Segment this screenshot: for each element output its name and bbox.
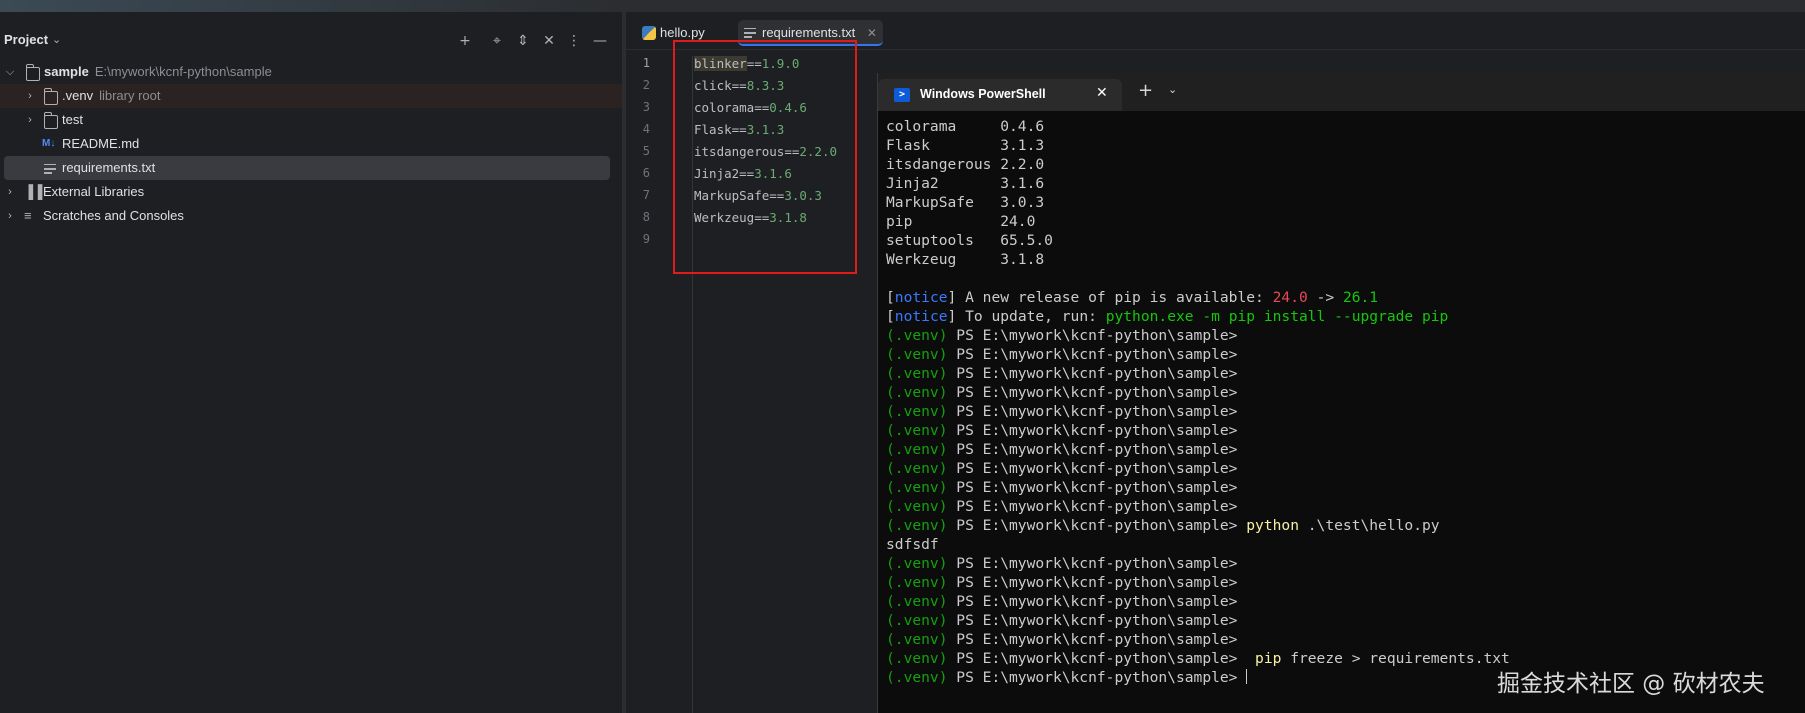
new-file-icon[interactable]: + (454, 30, 476, 52)
output-line: sdfsdf (886, 536, 939, 553)
folder-icon (43, 88, 58, 105)
powershell-icon: > (894, 88, 910, 102)
prompt-line: (.venv) PS E:\mywork\kcnf-python\sample> (886, 498, 1238, 515)
tab-label: hello.py (660, 25, 705, 40)
python-file-icon (642, 26, 656, 40)
text-file-icon (744, 28, 756, 38)
tree-item-venv[interactable]: › .venv library root (0, 84, 622, 108)
chevron-right-icon[interactable]: › (24, 108, 36, 132)
chevron-down-icon[interactable]: ⌵ (4, 60, 16, 84)
terminal-title: Windows PowerShell (920, 87, 1046, 101)
package-row: MarkupSafe 3.0.3 (886, 194, 1045, 211)
highlight-box (673, 40, 857, 274)
new-tab-icon[interactable]: + (1138, 81, 1153, 101)
line-number: 2 (642, 78, 650, 92)
prompt-line: (.venv) PS E:\mywork\kcnf-python\sample> (886, 327, 1238, 344)
prompt-line: (.venv) PS E:\mywork\kcnf-python\sample> (886, 555, 1238, 572)
close-icon[interactable]: ✕ (1096, 85, 1108, 101)
top-strip-highlight (0, 0, 622, 12)
terminal-output[interactable]: colorama 0.4.6 Flask 3.1.3 itsdangerous … (886, 117, 1510, 687)
collapse-all-icon[interactable]: ✕ (538, 30, 560, 52)
chevron-down-icon[interactable]: ⌄ (52, 33, 61, 46)
active-prompt-line[interactable]: (.venv) PS E:\mywork\kcnf-python\sample> (886, 669, 1248, 686)
project-panel: Project ⌄ + ⌖ ⇕ ✕ ⋮ — ⌵ sample E:\mywork\… (0, 12, 622, 713)
more-options-icon[interactable]: ⋮ (563, 30, 585, 52)
prompt-line: (.venv) PS E:\mywork\kcnf-python\sample> (886, 574, 1238, 591)
line-number: 5 (642, 144, 650, 158)
tree-item-label: test (62, 112, 83, 127)
package-row: itsdangerous 2.2.0 (886, 156, 1045, 173)
tree-item-label: requirements.txt (62, 160, 156, 175)
line-number: 7 (642, 188, 650, 202)
powershell-window: > Windows PowerShell ✕ + ⌄ colorama 0.4.… (877, 73, 1805, 713)
folder-icon (43, 112, 58, 129)
prompt-line: (.venv) PS E:\mywork\kcnf-python\sample> (886, 346, 1238, 363)
tab-label: requirements.txt (762, 25, 856, 40)
line-number: 9 (642, 232, 650, 246)
prompt-line: (.venv) PS E:\mywork\kcnf-python\sample> (886, 365, 1238, 382)
notice-line: [notice] To update, run: python.exe -m p… (886, 308, 1449, 325)
prompt-line: (.venv) PS E:\mywork\kcnf-python\sample> (886, 384, 1238, 401)
prompt-line: (.venv) PS E:\mywork\kcnf-python\sample> (886, 403, 1238, 420)
tree-item-label: .venv library root (62, 88, 161, 103)
package-row: Werkzeug 3.1.8 (886, 251, 1045, 268)
tree-item-test[interactable]: › test (0, 108, 622, 132)
line-number: 8 (642, 210, 650, 224)
prompt-line: (.venv) PS E:\mywork\kcnf-python\sample> (886, 612, 1238, 629)
prompt-line: (.venv) PS E:\mywork\kcnf-python\sample> (886, 441, 1238, 458)
project-title[interactable]: Project (4, 32, 48, 47)
tree-item-label: README.md (62, 136, 140, 151)
tree-item-label: External Libraries (43, 184, 145, 199)
watermark: 掘金技术社区 @ 砍材农夫 (1497, 671, 1765, 697)
locate-icon[interactable]: ⌖ (486, 30, 508, 52)
hide-panel-icon[interactable]: — (589, 30, 611, 52)
package-row: Flask 3.1.3 (886, 137, 1045, 154)
tree-item-external-libraries[interactable]: › ▐▐ External Libraries (0, 180, 622, 204)
prompt-line: (.venv) PS E:\mywork\kcnf-python\sample> (886, 479, 1238, 496)
tree-item-scratches[interactable]: › ≡ Scratches and Consoles (0, 204, 622, 228)
terminal-tab[interactable]: > Windows PowerShell ✕ (878, 79, 1122, 111)
scratches-icon: ≡ (24, 208, 32, 223)
line-number: 6 (642, 166, 650, 180)
tree-item-requirements[interactable]: requirements.txt (4, 156, 610, 180)
prompt-line: (.venv) PS E:\mywork\kcnf-python\sample> (886, 631, 1238, 648)
tree-item-sample[interactable]: ⌵ sample E:\mywork\kcnf-python\sample (0, 60, 622, 84)
prompt-line: (.venv) PS E:\mywork\kcnf-python\sample> (886, 460, 1238, 477)
chevron-down-icon[interactable]: ⌄ (1168, 83, 1177, 96)
text-file-icon (44, 164, 56, 174)
package-row: colorama 0.4.6 (886, 118, 1045, 135)
line-number: 3 (642, 100, 650, 114)
tree-item-readme[interactable]: M↓ README.md (0, 132, 622, 156)
tree-item-label: Scratches and Consoles (43, 208, 184, 223)
top-strip (0, 0, 1805, 12)
package-row: pip 24.0 (886, 213, 1036, 230)
prompt-line: (.venv) PS E:\mywork\kcnf-python\sample> (886, 593, 1238, 610)
chevron-right-icon[interactable]: › (4, 180, 16, 204)
close-icon[interactable]: ✕ (867, 26, 877, 40)
module-folder-icon (25, 64, 40, 81)
package-row: Jinja2 3.1.6 (886, 175, 1045, 192)
library-icon: ▐▐ (24, 184, 43, 199)
command-line: (.venv) PS E:\mywork\kcnf-python\sample>… (886, 517, 1440, 534)
expand-all-icon[interactable]: ⇕ (512, 30, 534, 52)
tree-item-label: sample E:\mywork\kcnf-python\sample (44, 64, 272, 79)
package-row: setuptools 65.5.0 (886, 232, 1053, 249)
chevron-right-icon[interactable]: › (24, 84, 36, 108)
terminal-titlebar: > Windows PowerShell ✕ + ⌄ (878, 73, 1805, 111)
chevron-right-icon[interactable]: › (4, 204, 16, 228)
markdown-icon: M↓ (42, 138, 56, 149)
prompt-line: (.venv) PS E:\mywork\kcnf-python\sample> (886, 422, 1238, 439)
line-number: 4 (642, 122, 650, 136)
command-line: (.venv) PS E:\mywork\kcnf-python\sample>… (886, 650, 1510, 667)
text-cursor (1246, 669, 1248, 684)
line-number: 1 (642, 56, 650, 70)
notice-line: [notice] A new release of pip is availab… (886, 289, 1379, 306)
project-header: Project ⌄ + ⌖ ⇕ ✕ ⋮ — (0, 26, 622, 56)
